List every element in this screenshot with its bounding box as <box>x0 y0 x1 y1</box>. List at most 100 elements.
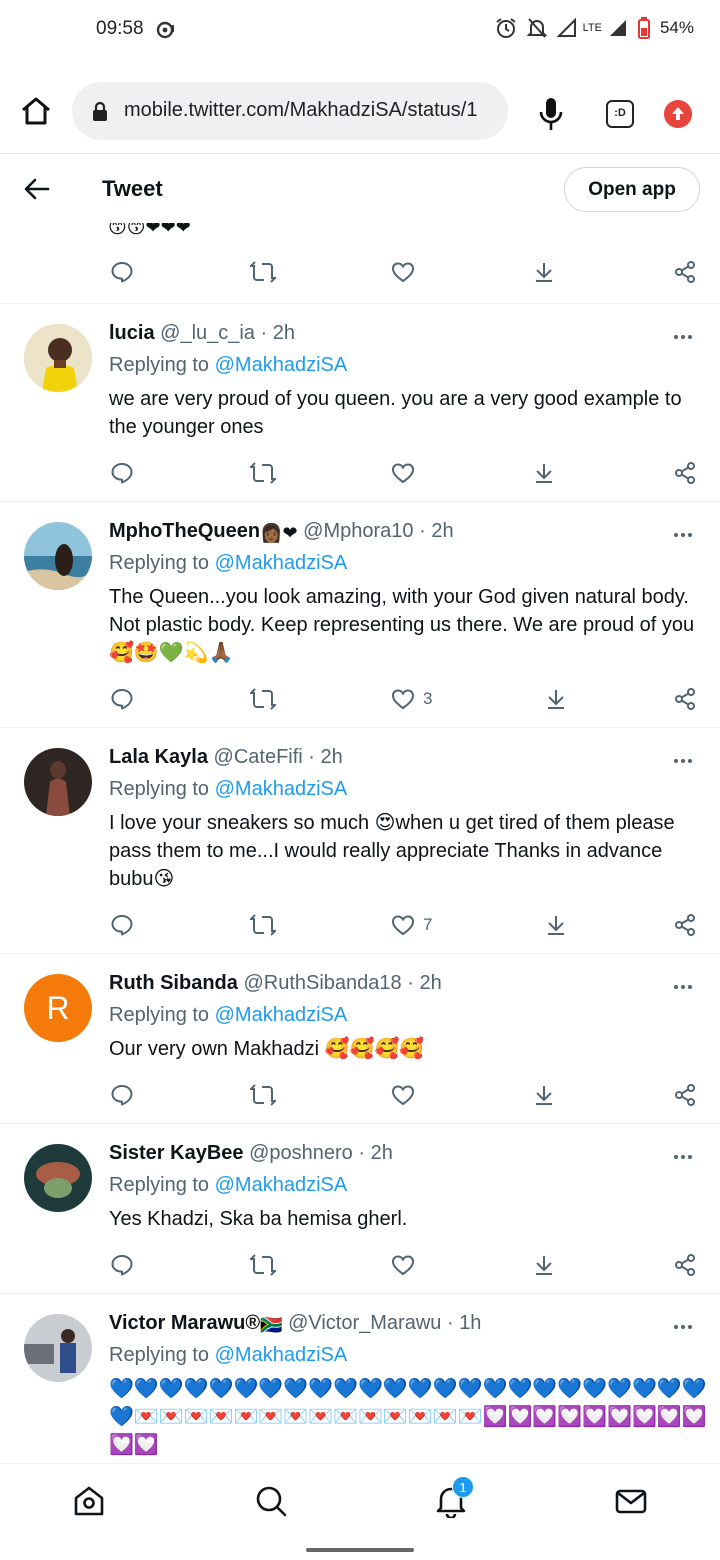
retweet-icon <box>250 1084 276 1106</box>
like-button[interactable] <box>391 459 415 487</box>
reply-tweet[interactable]: Victor Marawu®🇿🇦 @Victor_Marawu · 1h Rep… <box>0 1294 720 1463</box>
author-name[interactable]: MphoTheQueen <box>109 520 260 542</box>
author-name[interactable]: Lala Kayla <box>109 746 208 768</box>
author-name[interactable]: Ruth Sibanda <box>109 972 238 994</box>
retweet-button[interactable] <box>250 258 276 286</box>
like-button[interactable] <box>391 1081 415 1109</box>
more-options-icon[interactable] <box>674 976 696 989</box>
retweet-button[interactable] <box>250 459 276 487</box>
avatar[interactable] <box>24 324 92 392</box>
reply-tweet[interactable]: Lala Kayla @CateFifi · 2h Replying to @M… <box>0 728 720 954</box>
author-handle[interactable]: @Victor_Marawu <box>288 1312 441 1334</box>
open-app-button[interactable]: Open app <box>564 167 700 212</box>
home-icon[interactable] <box>20 96 52 126</box>
retweet-button[interactable] <box>250 685 276 713</box>
like-button[interactable]: 7 <box>391 911 432 939</box>
reply-icon <box>111 1255 133 1276</box>
tweet-text: I love your sneakers so much 😍when u get… <box>109 812 675 890</box>
timestamp[interactable]: 2h <box>273 322 295 344</box>
replying-handle[interactable]: @MakhadziSA <box>215 552 348 574</box>
messages-icon[interactable] <box>614 1484 648 1518</box>
update-icon[interactable] <box>664 100 692 128</box>
author-handle[interactable]: @CateFifi <box>214 746 303 768</box>
share-button[interactable] <box>673 1251 697 1279</box>
tweet-text: we are very proud of you queen. you are … <box>109 388 682 438</box>
timestamp[interactable]: 2h <box>431 520 453 542</box>
replying-handle[interactable]: @MakhadziSA <box>215 778 348 800</box>
download-button[interactable] <box>532 459 556 487</box>
back-arrow-icon[interactable] <box>24 177 50 201</box>
timestamp[interactable]: 2h <box>419 972 441 994</box>
share-icon <box>675 1254 695 1276</box>
reply-button[interactable] <box>110 1081 134 1109</box>
avatar[interactable] <box>24 522 92 590</box>
author-handle[interactable]: @RuthSibanda18 <box>243 972 401 994</box>
reply-tweet[interactable]: lucia @_lu_c_ia · 2h Replying to @Makhad… <box>0 304 720 502</box>
retweet-icon <box>250 914 276 936</box>
avatar[interactable] <box>24 748 92 816</box>
share-button[interactable] <box>673 258 697 286</box>
download-button[interactable] <box>544 911 568 939</box>
dex-button[interactable]: :D <box>606 100 634 128</box>
replying-handle[interactable]: @MakhadziSA <box>215 1004 348 1026</box>
avatar[interactable] <box>24 1314 92 1382</box>
tweet-actions <box>0 1081 720 1111</box>
author-name[interactable]: Victor Marawu® <box>109 1312 260 1334</box>
microphone-icon[interactable] <box>538 96 564 132</box>
author-handle[interactable]: @poshnero <box>249 1142 353 1164</box>
reply-button[interactable] <box>110 685 134 713</box>
battery-icon <box>637 17 650 39</box>
reply-button[interactable] <box>110 459 134 487</box>
status-bar: 09:58 LTE 54% <box>0 0 720 62</box>
replying-handle[interactable]: @MakhadziSA <box>215 1174 348 1196</box>
reply-button[interactable] <box>110 1251 134 1279</box>
gesture-bar[interactable] <box>306 1548 414 1552</box>
reply-icon <box>111 689 133 710</box>
reply-tweet[interactable]: MphoTheQueen👩🏾❤ @Mphora10 · 2h Replying … <box>0 502 720 728</box>
author-handle[interactable]: @_lu_c_ia <box>160 322 255 344</box>
more-options-icon[interactable] <box>674 524 696 537</box>
reply-tweet[interactable]: R Ruth Sibanda @RuthSibanda18 · 2h Reply… <box>0 954 720 1124</box>
search-icon[interactable] <box>254 1484 288 1518</box>
replying-handle[interactable]: @MakhadziSA <box>215 354 348 376</box>
like-button[interactable] <box>391 258 415 286</box>
avatar[interactable]: R <box>24 974 92 1042</box>
tweet-text: 💙💙💙💙💙💙💙💙💙💙💙💙💙💙💙💙💙💙💙💙💙💙💙💙💙💌💌💌💌💌💌💌💌💌💌💌💌💌💌💟… <box>109 1378 707 1456</box>
url-bar[interactable]: mobile.twitter.com/MakhadziSA/status/1 <box>72 82 508 140</box>
like-button[interactable]: 3 <box>391 685 432 713</box>
retweet-button[interactable] <box>250 911 276 939</box>
reply-tweet[interactable]: Sister KayBee @poshnero · 2h Replying to… <box>0 1124 720 1294</box>
home-icon[interactable] <box>72 1484 106 1518</box>
share-icon <box>675 261 695 283</box>
more-options-icon[interactable] <box>674 326 696 339</box>
download-button[interactable] <box>532 1081 556 1109</box>
author-name[interactable]: Sister KayBee <box>109 1142 244 1164</box>
replying-handle[interactable]: @MakhadziSA <box>215 1344 348 1366</box>
download-button[interactable] <box>532 258 556 286</box>
download-icon <box>536 464 552 483</box>
timestamp[interactable]: 2h <box>371 1142 393 1164</box>
author-handle[interactable]: @Mphora10 <box>303 520 413 542</box>
partial-tweet-emojis: 😙😙❤❤❤ <box>108 223 191 237</box>
notification-icon <box>156 21 174 39</box>
more-options-icon[interactable] <box>674 1316 696 1329</box>
timestamp[interactable]: 2h <box>321 746 343 768</box>
more-options-icon[interactable] <box>674 1146 696 1159</box>
author-name[interactable]: lucia <box>109 322 155 344</box>
avatar[interactable] <box>24 1144 92 1212</box>
retweet-button[interactable] <box>250 1251 276 1279</box>
retweet-button[interactable] <box>250 1081 276 1109</box>
share-button[interactable] <box>673 1081 697 1109</box>
like-button[interactable] <box>391 1251 415 1279</box>
battery-level: 54% <box>659 18 694 37</box>
url-text[interactable]: mobile.twitter.com/MakhadziSA/status/1 <box>124 99 494 122</box>
share-button[interactable] <box>673 459 697 487</box>
share-button[interactable] <box>673 911 697 939</box>
download-button[interactable] <box>544 685 568 713</box>
timestamp[interactable]: 1h <box>459 1312 481 1334</box>
reply-button[interactable] <box>110 911 134 939</box>
reply-button[interactable] <box>110 258 134 286</box>
share-button[interactable] <box>673 685 697 713</box>
more-options-icon[interactable] <box>674 750 696 763</box>
download-button[interactable] <box>532 1251 556 1279</box>
